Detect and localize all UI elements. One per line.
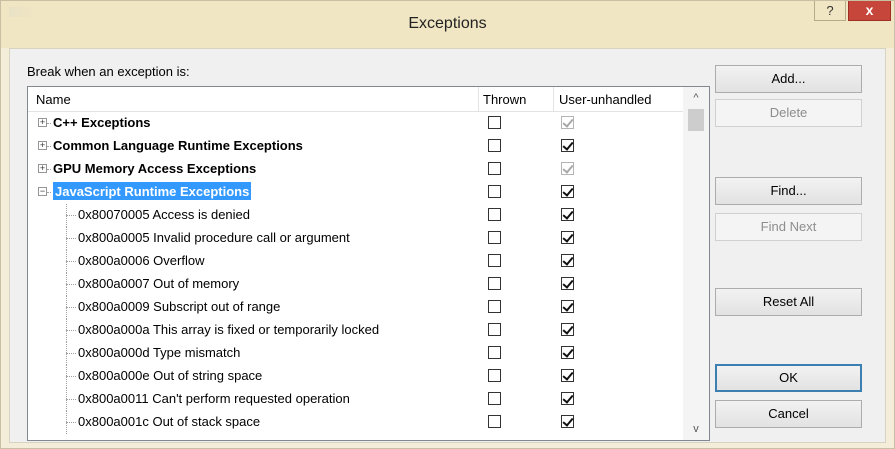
user-unhandled-checkbox[interactable] xyxy=(561,185,574,198)
scroll-up-arrow-icon[interactable]: ^ xyxy=(683,89,709,107)
scroll-down-arrow-icon[interactable]: v xyxy=(683,420,709,438)
tree-connector xyxy=(66,376,76,377)
user-unhandled-checkbox[interactable] xyxy=(561,392,574,405)
expand-icon[interactable]: + xyxy=(38,164,47,173)
exception-name: 0x80070005 Access is denied xyxy=(78,207,251,222)
thrown-checkbox[interactable] xyxy=(488,254,501,267)
tree-connector xyxy=(47,146,51,147)
exception-name: Common Language Runtime Exceptions xyxy=(53,138,303,153)
scroll-thumb[interactable] xyxy=(688,109,704,131)
break-label: Break when an exception is: xyxy=(27,64,190,79)
thrown-checkbox[interactable] xyxy=(488,369,501,382)
dialog-body: Break when an exception is: Name Thrown … xyxy=(9,48,886,443)
tree-connector xyxy=(47,169,51,170)
user-unhandled-checkbox[interactable] xyxy=(561,254,574,267)
user-unhandled-checkbox[interactable] xyxy=(561,277,574,290)
tree-connector xyxy=(66,307,76,308)
user-unhandled-checkbox[interactable] xyxy=(561,300,574,313)
tree-exception-row[interactable]: 0x800a0009 Subscript out of range xyxy=(28,296,683,319)
tree-category-row[interactable]: + GPU Memory Access Exceptions xyxy=(28,158,683,181)
exception-name: 0x800a000a This array is fixed or tempor… xyxy=(78,322,380,337)
tree-exception-row[interactable]: 0x800a0005 Invalid procedure call or arg… xyxy=(28,227,683,250)
exception-name: GPU Memory Access Exceptions xyxy=(53,161,257,176)
ok-button[interactable]: OK xyxy=(715,364,862,392)
user-unhandled-checkbox[interactable] xyxy=(561,116,574,129)
exception-name: JavaScript Runtime Exceptions xyxy=(53,182,252,200)
expand-icon[interactable]: + xyxy=(38,118,47,127)
find-button[interactable]: Find... xyxy=(715,177,862,205)
exception-name: C++ Exceptions xyxy=(53,115,151,130)
tree-exception-row[interactable]: 0x800a000a This array is fixed or tempor… xyxy=(28,319,683,342)
exceptions-tree[interactable]: Name Thrown User-unhandled + C++ Exceptio… xyxy=(27,86,710,441)
column-header: Name Thrown User-unhandled xyxy=(28,87,683,112)
tree-exception-row[interactable]: 0x800a001c Out of stack space xyxy=(28,411,683,434)
column-divider xyxy=(478,87,479,111)
user-unhandled-checkbox[interactable] xyxy=(561,346,574,359)
user-unhandled-checkbox[interactable] xyxy=(561,323,574,336)
thrown-checkbox[interactable] xyxy=(488,300,501,313)
vertical-scrollbar[interactable]: ^ v xyxy=(683,87,709,440)
exception-name: 0x800a000e Out of string space xyxy=(78,368,263,383)
tree-connector xyxy=(66,330,76,331)
column-divider xyxy=(553,87,554,111)
user-unhandled-checkbox[interactable] xyxy=(561,415,574,428)
thrown-checkbox[interactable] xyxy=(488,277,501,290)
tree-connector xyxy=(66,238,76,239)
tree-connector xyxy=(66,353,76,354)
tree-connector xyxy=(66,399,76,400)
thrown-checkbox[interactable] xyxy=(488,208,501,221)
tree-exception-row[interactable]: 0x800a000e Out of string space xyxy=(28,365,683,388)
tree-exception-row[interactable]: 0x800a0011 Can't perform requested opera… xyxy=(28,388,683,411)
thrown-checkbox[interactable] xyxy=(488,162,501,175)
tree-exception-row[interactable]: 0x80070005 Access is denied xyxy=(28,204,683,227)
tree-connector xyxy=(66,422,76,423)
exception-name: 0x800a001c Out of stack space xyxy=(78,414,261,429)
user-unhandled-checkbox[interactable] xyxy=(561,162,574,175)
tree-category-row[interactable]: + Common Language Runtime Exceptions xyxy=(28,135,683,158)
title-bar: Exceptions ? x xyxy=(1,1,894,48)
thrown-checkbox[interactable] xyxy=(488,392,501,405)
thrown-checkbox[interactable] xyxy=(488,323,501,336)
collapse-icon[interactable]: − xyxy=(38,187,47,196)
tree-category-row[interactable]: − JavaScript Runtime Exceptions xyxy=(28,181,683,204)
exception-name: 0x800a0007 Out of memory xyxy=(78,276,240,291)
thrown-checkbox[interactable] xyxy=(488,116,501,129)
thrown-checkbox[interactable] xyxy=(488,415,501,428)
exception-name: 0x800a0005 Invalid procedure call or arg… xyxy=(78,230,350,245)
column-user-unhandled[interactable]: User-unhandled xyxy=(559,92,652,107)
user-unhandled-checkbox[interactable] xyxy=(561,369,574,382)
tree-exception-row[interactable]: 0x800a0007 Out of memory xyxy=(28,273,683,296)
user-unhandled-checkbox[interactable] xyxy=(561,231,574,244)
thrown-checkbox[interactable] xyxy=(488,139,501,152)
column-thrown[interactable]: Thrown xyxy=(483,92,526,107)
find-next-button[interactable]: Find Next xyxy=(715,213,862,241)
user-unhandled-checkbox[interactable] xyxy=(561,139,574,152)
tree-connector xyxy=(66,261,76,262)
exceptions-dialog: Exceptions ? x Break when an exception i… xyxy=(0,0,895,449)
tree-category-row[interactable]: + C++ Exceptions xyxy=(28,112,683,135)
reset-all-button[interactable]: Reset All xyxy=(715,288,862,316)
tree-exception-row[interactable]: 0x800a000d Type mismatch xyxy=(28,342,683,365)
tree-connector xyxy=(47,123,51,124)
exception-name: 0x800a000d Type mismatch xyxy=(78,345,241,360)
exception-name: 0x800a0011 Can't perform requested opera… xyxy=(78,391,350,406)
thrown-checkbox[interactable] xyxy=(488,346,501,359)
exception-name: 0x800a0009 Subscript out of range xyxy=(78,299,281,314)
close-button[interactable]: x xyxy=(848,1,891,21)
exception-name: 0x800a0006 Overflow xyxy=(78,253,205,268)
tree-exception-row[interactable]: 0x800a0006 Overflow xyxy=(28,250,683,273)
add-button[interactable]: Add... xyxy=(715,65,862,93)
user-unhandled-checkbox[interactable] xyxy=(561,208,574,221)
help-button[interactable]: ? xyxy=(814,1,846,21)
column-name[interactable]: Name xyxy=(36,92,71,107)
tree-connector xyxy=(66,284,76,285)
tree-connector xyxy=(66,215,76,216)
expand-icon[interactable]: + xyxy=(38,141,47,150)
thrown-checkbox[interactable] xyxy=(488,185,501,198)
thrown-checkbox[interactable] xyxy=(488,231,501,244)
dialog-title: Exceptions xyxy=(408,15,487,32)
cancel-button[interactable]: Cancel xyxy=(715,400,862,428)
delete-button[interactable]: Delete xyxy=(715,99,862,127)
tree-connector xyxy=(47,192,51,193)
